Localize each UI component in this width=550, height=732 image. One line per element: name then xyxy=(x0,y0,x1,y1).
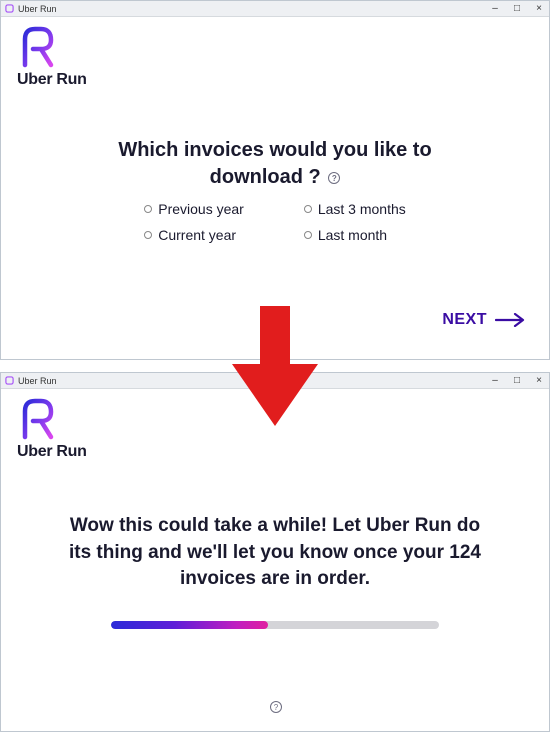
maximize-button[interactable]: □ xyxy=(511,3,523,14)
help-button[interactable]: ? xyxy=(268,699,282,717)
radio-icon xyxy=(304,205,312,213)
radio-icon xyxy=(144,205,152,213)
help-icon[interactable]: ? xyxy=(328,172,340,184)
progress-message: Wow this could take a while! Let Uber Ru… xyxy=(1,513,549,593)
option-label: Last 3 months xyxy=(318,201,406,217)
logo-r-icon xyxy=(17,25,57,69)
headline-line2: download ? xyxy=(210,166,321,188)
brand-logo: Uber Run xyxy=(17,25,87,89)
option-current-year[interactable]: Current year xyxy=(144,227,244,243)
brand-name: Uber Run xyxy=(17,443,87,461)
close-button[interactable]: × xyxy=(533,375,545,386)
radio-icon xyxy=(304,231,312,239)
minimize-button[interactable]: – xyxy=(489,3,501,14)
titlebar: Uber Run – □ × xyxy=(1,373,549,389)
headline: Which invoices would you like to downloa… xyxy=(1,137,549,191)
option-label: Previous year xyxy=(158,201,244,217)
arrow-right-icon xyxy=(495,313,525,327)
titlebar-title: Uber Run xyxy=(18,4,57,14)
brand-logo: Uber Run xyxy=(17,397,87,461)
option-label: Current year xyxy=(158,227,236,243)
titlebar: Uber Run – □ × xyxy=(1,1,549,17)
option-last-month[interactable]: Last month xyxy=(304,227,406,243)
brand-name: Uber Run xyxy=(17,71,87,89)
option-previous-year[interactable]: Previous year xyxy=(144,201,244,217)
next-button[interactable]: NEXT xyxy=(442,311,525,329)
progress-bar xyxy=(111,621,439,629)
maximize-button[interactable]: □ xyxy=(511,375,523,386)
titlebar-title: Uber Run xyxy=(18,376,57,386)
option-last-3-months[interactable]: Last 3 months xyxy=(304,201,406,217)
radio-icon xyxy=(144,231,152,239)
close-button[interactable]: × xyxy=(533,3,545,14)
invoice-period-options: Previous year Current year Last 3 months… xyxy=(1,201,549,243)
window-download-progress: Uber Run – □ × Uber Run Wow this could t… xyxy=(0,372,550,732)
window-select-invoices: Uber Run – □ × Uber Run Which invoices w… xyxy=(0,0,550,360)
app-icon xyxy=(5,4,14,13)
app-icon xyxy=(5,376,14,385)
help-icon: ? xyxy=(270,701,282,713)
next-label: NEXT xyxy=(442,311,487,329)
headline-line1: Which invoices would you like to xyxy=(118,139,431,161)
progress-fill xyxy=(111,621,268,629)
option-label: Last month xyxy=(318,227,387,243)
minimize-button[interactable]: – xyxy=(489,375,501,386)
logo-r-icon xyxy=(17,397,57,441)
